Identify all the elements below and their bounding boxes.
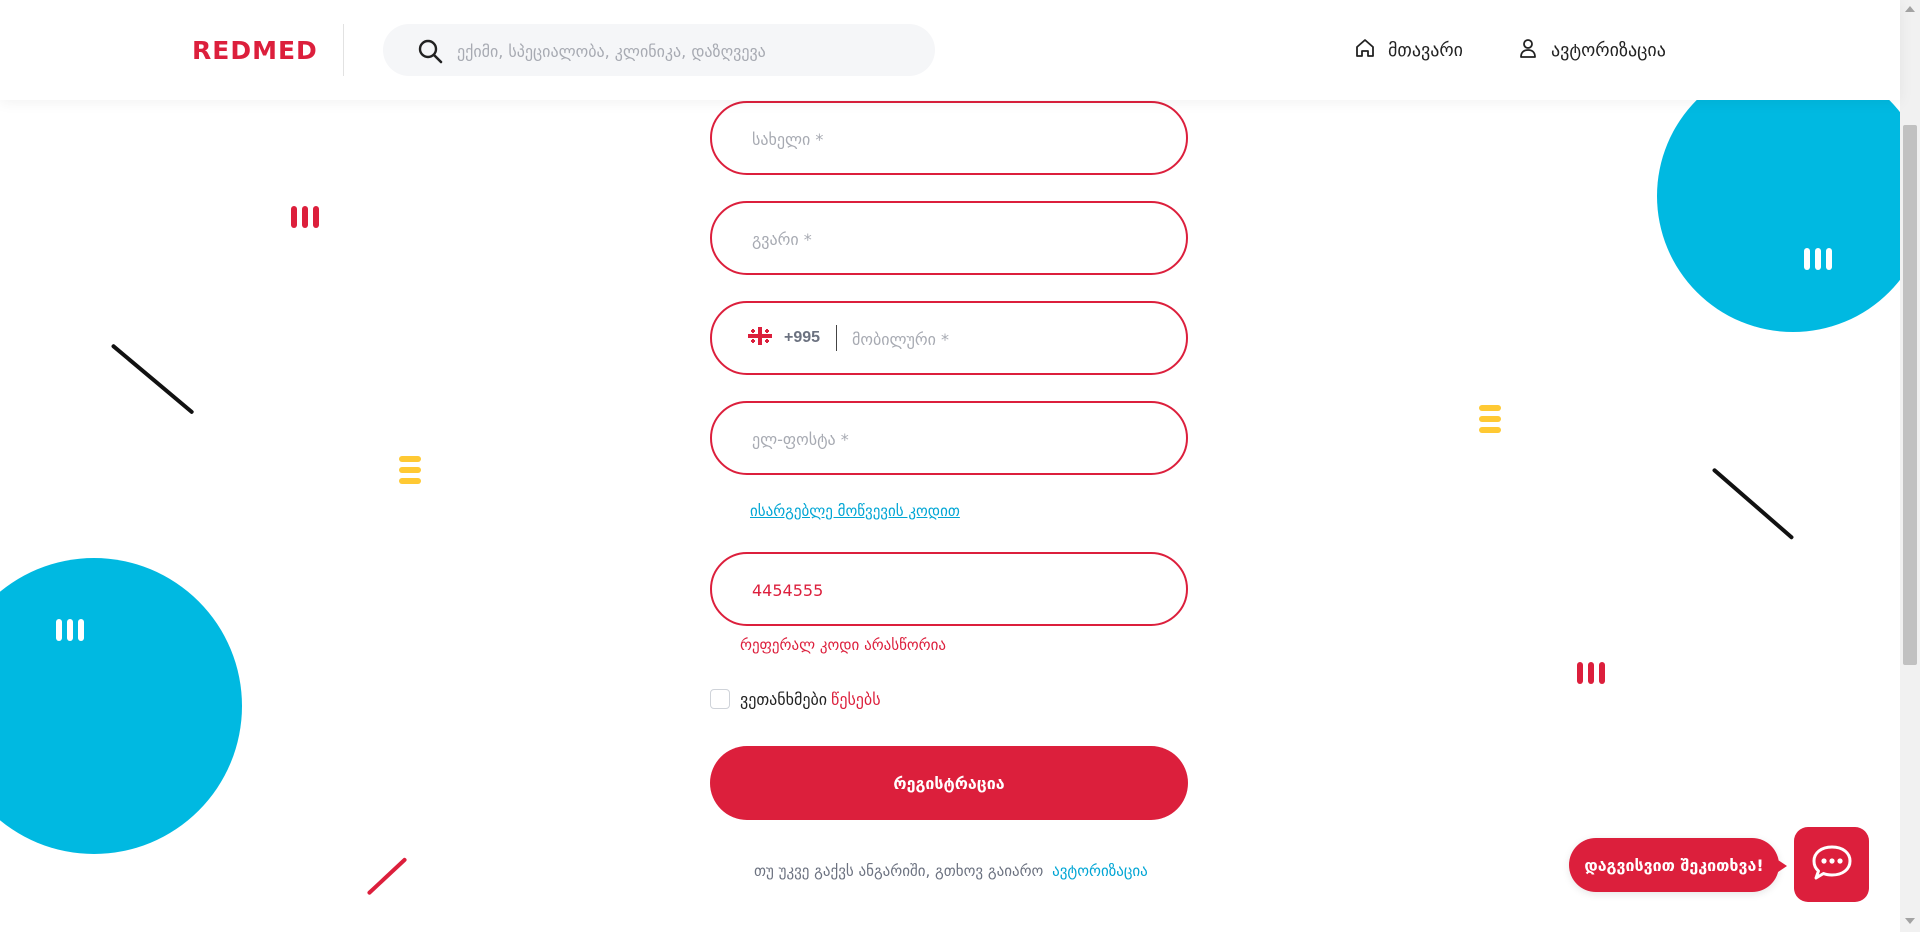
decorative-blue-circle-right [1657,60,1920,332]
home-icon [1354,37,1376,64]
georgia-flag-icon [748,327,772,349]
phone-prefix[interactable]: +995 [748,327,820,349]
decorative-white-bars-left [56,619,84,641]
register-button[interactable]: რეგისტრაცია [710,746,1188,820]
nav-home-label: მთავარი [1388,40,1463,61]
terms-checkbox[interactable] [710,689,730,709]
nav-home[interactable]: მთავარი [1354,37,1463,64]
terms-link[interactable]: წესებს [831,690,881,709]
header-divider [343,24,344,76]
chat-icon [1810,843,1854,887]
top-header: REDMED მთავარი ავტორიზაცია [0,0,1900,100]
phone-separator [836,325,837,351]
mobile-field[interactable]: +995 [710,301,1188,375]
decorative-black-line-right [1711,467,1795,541]
decorative-yellow-bars-right [1479,405,1501,433]
user-icon [1517,37,1539,64]
decorative-red-line [366,857,408,896]
phone-country-code: +995 [784,329,821,346]
search-bar[interactable] [383,24,935,78]
page-scrollbar[interactable] [1900,0,1920,932]
nav-auth-label: ავტორიზაცია [1551,40,1666,61]
scrollbar-thumb[interactable] [1903,125,1917,665]
login-prompt: თუ უკვე გაქვს ანგარიში, გთხოვ გაიარო ავტ… [754,862,1148,880]
nav-auth[interactable]: ავტორიზაცია [1517,37,1666,64]
first-name-input[interactable] [750,103,1154,175]
chat-button[interactable] [1794,827,1869,902]
decorative-blue-circle-left [0,558,242,854]
first-name-field[interactable] [710,101,1188,175]
search-input[interactable] [455,24,919,78]
login-prompt-text: თუ უკვე გაქვს ანგარიში, გთხოვ გაიარო [754,862,1044,880]
decorative-red-bars-left [291,206,319,228]
terms-text: ვეთანხმები [740,689,828,709]
decorative-yellow-bars-left [399,456,421,484]
referral-code-field[interactable] [710,552,1188,626]
last-name-field[interactable] [710,201,1188,275]
referral-code-input[interactable] [750,554,1154,626]
decorative-black-line-left [110,343,195,415]
login-link[interactable]: ავტორიზაცია [1052,862,1148,880]
search-icon[interactable] [417,38,443,68]
scroll-down-arrow-icon[interactable] [1905,918,1915,924]
promo-code-link[interactable]: ისარგებლე მოწვევის კოდით [750,502,960,520]
chat-prompt-bubble[interactable]: დაგვისვით შეკითხვა! [1569,838,1787,892]
scroll-up-arrow-icon[interactable] [1905,6,1915,12]
decorative-red-bars-right [1577,662,1605,684]
mobile-input[interactable] [850,303,1154,375]
email-field[interactable] [710,401,1188,475]
decorative-white-bars-right [1804,248,1832,270]
redmed-logo[interactable]: REDMED [192,36,318,65]
referral-error-message: რეფერალ კოდი არასწორია [740,636,946,654]
email-input[interactable] [750,403,1154,475]
last-name-input[interactable] [750,203,1154,275]
terms-agreement: ვეთანხმები წესებს [710,689,881,709]
